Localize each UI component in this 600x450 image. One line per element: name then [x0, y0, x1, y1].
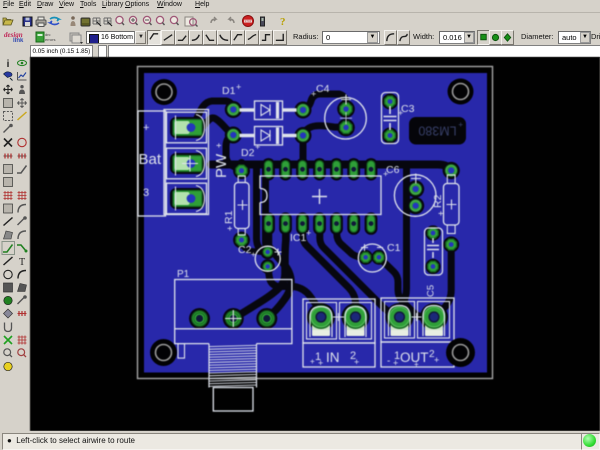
svg-text:errors: errors: [45, 37, 55, 42]
svg-text:3: 3: [143, 187, 149, 199]
svg-text:Bat: Bat: [139, 151, 162, 168]
svg-text:+: +: [306, 228, 311, 238]
svg-text:+: +: [310, 357, 315, 366]
svg-text:+: +: [225, 226, 235, 231]
svg-text:R2: R2: [432, 194, 444, 208]
svg-text:+: +: [393, 358, 398, 368]
svg-text:+: +: [311, 89, 316, 99]
svg-text:IN: IN: [326, 350, 340, 365]
svg-text:+: +: [236, 82, 241, 92]
svg-text:C4: C4: [316, 83, 330, 95]
svg-text:+: +: [354, 357, 359, 367]
svg-text:+: +: [434, 355, 439, 365]
svg-text:LM380: LM380: [418, 124, 456, 138]
svg-text:+: +: [143, 122, 149, 134]
svg-text:+: +: [398, 108, 403, 118]
svg-text:D2: D2: [241, 147, 255, 159]
svg-text:T: T: [19, 257, 25, 268]
svg-text:+: +: [255, 142, 260, 152]
svg-text:+: +: [414, 360, 419, 369]
svg-text:+: +: [383, 169, 388, 179]
svg-text:link: link: [13, 38, 24, 44]
svg-text:+: +: [318, 358, 323, 368]
svg-text:STOP: STOP: [244, 19, 251, 23]
svg-text:C5: C5: [426, 285, 437, 297]
svg-text:C1: C1: [387, 242, 401, 254]
svg-text:-: -: [387, 356, 390, 367]
svg-text:P1: P1: [177, 269, 190, 280]
svg-text:C2: C2: [238, 244, 252, 256]
svg-text:R1: R1: [223, 210, 235, 224]
svg-text:+: +: [214, 143, 224, 148]
svg-text:PW: PW: [213, 153, 230, 178]
svg-text:i: i: [7, 59, 10, 70]
svg-text:IC1: IC1: [290, 232, 307, 244]
svg-text:?: ?: [280, 16, 286, 28]
svg-text:+: +: [251, 250, 256, 259]
svg-text:+: +: [436, 211, 446, 216]
svg-text:+: +: [458, 120, 463, 129]
svg-text:D1: D1: [222, 85, 236, 97]
